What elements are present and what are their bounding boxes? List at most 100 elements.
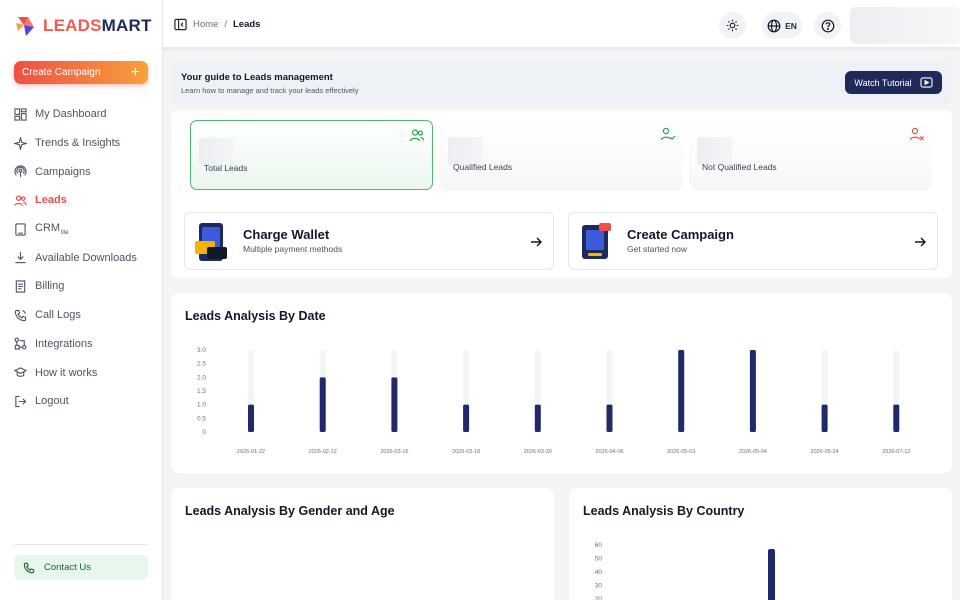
- watch-tutorial-label: Watch Tutorial: [854, 77, 912, 88]
- guide-title: Your guide to Leads management: [181, 72, 333, 83]
- x-tick-label: 2026-05-03: [667, 449, 695, 455]
- receipt-icon: [15, 280, 26, 293]
- sidebar-item-dashboard[interactable]: My Dashboard: [14, 100, 154, 129]
- breadcrumb-separator: /: [224, 19, 227, 30]
- globe-icon: [767, 19, 781, 32]
- campaign-illustration: [582, 223, 611, 259]
- sidebar-item-crm[interactable]: CRMlite: [14, 215, 154, 244]
- dashboard-icon: [14, 108, 27, 121]
- sidebar-item-leads[interactable]: Leads: [14, 186, 154, 215]
- logo-text-part1: LEADS: [43, 16, 102, 35]
- leads-by-date-chart: 0 0.5 1.0 1.5 2.0 2.5 3.0 2026-01-22 2026-02-12 2…: [197, 347, 910, 455]
- x-tick-label: 2026-05-04: [739, 449, 767, 455]
- y-tick-label: 40: [595, 569, 603, 576]
- sidebar-item-billing[interactable]: Billing: [14, 272, 154, 301]
- sparkle-icon: [14, 136, 27, 150]
- sidebar-item-label: Billing: [35, 280, 65, 293]
- stat-label: Not Qualified Leads: [702, 162, 777, 172]
- logo[interactable]: LEADSMART: [14, 14, 152, 38]
- y-tick-label: 50: [595, 556, 603, 563]
- phone-icon: [14, 309, 27, 321]
- sidebar-item-trends[interactable]: Trends & Insights: [14, 129, 154, 158]
- video-icon: [920, 77, 933, 88]
- topbar: Home / Leads EN: [163, 0, 960, 50]
- sidebar-item-integrations[interactable]: Integrations: [14, 330, 154, 359]
- create-campaign-card[interactable]: Create Campaign Get started now: [568, 212, 938, 270]
- leads-by-date-card: Leads Analysis By Date 0 0.5 1.0 1.5 2.0 2.5 3…: [171, 293, 952, 473]
- bar: [678, 350, 685, 432]
- sidebar-item-label: Available Downloads: [35, 251, 137, 264]
- theme-toggle-button[interactable]: [719, 12, 746, 39]
- users-icon: [409, 129, 425, 142]
- bar: [248, 404, 254, 432]
- breadcrumb-home[interactable]: Home: [193, 19, 218, 30]
- leads-by-country-card: Leads Analysis By Country 20 30 40 50 60: [569, 488, 952, 600]
- crm-label: CRM: [35, 222, 61, 234]
- user-profile[interactable]: [850, 7, 960, 44]
- crm-lite-suffix: lite: [61, 230, 69, 237]
- stat-value-placeholder: [448, 137, 483, 165]
- y-tick-label: 20: [595, 596, 603, 600]
- stat-value-placeholder: [199, 138, 234, 166]
- action-title: Charge Wallet: [243, 227, 330, 242]
- y-tick-label: 0.5: [197, 415, 206, 422]
- contact-us-label: Contact Us: [44, 562, 91, 573]
- language-selector[interactable]: EN: [762, 12, 802, 39]
- logo-text: LEADSMART: [43, 16, 152, 36]
- y-tick-label: 1.0: [197, 402, 206, 409]
- bar: [749, 350, 756, 432]
- create-campaign-button[interactable]: Create Campaign +: [14, 61, 148, 84]
- sidebar-item-label: How it works: [35, 366, 98, 379]
- stat-card-not-qualified-leads[interactable]: Not Qualified Leads: [689, 120, 932, 190]
- sidebar: LEADSMART Create Campaign + My Dashboard…: [0, 0, 163, 600]
- bar: [768, 549, 775, 600]
- x-tick-label: 2026-07-12: [882, 449, 910, 455]
- action-title: Create Campaign: [627, 227, 734, 242]
- x-tick-label: 2026-03-18: [452, 449, 480, 455]
- help-icon: [821, 19, 834, 32]
- language-label: EN: [785, 20, 797, 31]
- stat-value-placeholder: [697, 137, 732, 165]
- sidebar-item-label: Trends & Insights: [35, 137, 121, 150]
- breadcrumb: Home / Leads: [174, 18, 260, 31]
- sidebar-item-label: Integrations: [35, 337, 93, 350]
- phone-icon: [23, 562, 35, 573]
- sun-icon: [726, 19, 739, 32]
- sidebar-item-logout[interactable]: Logout: [14, 387, 154, 416]
- x-tick-label: 2026-03-30: [524, 449, 552, 455]
- charge-wallet-card[interactable]: Charge Wallet Multiple payment methods: [184, 212, 554, 270]
- stat-card-total-leads[interactable]: Total Leads: [190, 120, 433, 190]
- leads-by-country-chart: 20 30 40 50 60: [595, 542, 775, 600]
- sidebar-item-campaigns[interactable]: Campaigns: [14, 157, 154, 186]
- y-tick-label: 2.0: [197, 374, 206, 381]
- bar: [463, 404, 470, 432]
- wallet-illustration: [195, 223, 227, 261]
- guide-subtitle: Learn how to manage and track your leads…: [181, 86, 359, 95]
- sidebar-toggle-icon[interactable]: [174, 18, 187, 31]
- sidebar-item-call-logs[interactable]: Call Logs: [14, 301, 154, 330]
- x-tick-label: 2026-03-16: [380, 449, 408, 455]
- help-button[interactable]: [814, 12, 841, 39]
- broadcast-icon: [14, 165, 27, 178]
- y-tick-label: 0: [202, 429, 206, 436]
- bar: [319, 377, 326, 432]
- sidebar-item-how-it-works[interactable]: How it works: [14, 358, 154, 387]
- arrow-right-icon: [531, 237, 542, 247]
- user-x-icon: [909, 127, 924, 141]
- sidebar-item-label: CRMlite: [35, 222, 69, 236]
- bar: [534, 404, 541, 432]
- download-icon: [15, 252, 26, 264]
- x-tick-label: 2026-04-06: [595, 449, 623, 455]
- sidebar-nav: My Dashboard Trends & Insights Campaigns…: [14, 100, 154, 416]
- breadcrumb-current: Leads: [232, 19, 261, 30]
- sidebar-item-downloads[interactable]: Available Downloads: [14, 243, 154, 272]
- user-check-icon: [660, 127, 676, 141]
- bar: [893, 404, 900, 432]
- sidebar-item-label: Campaigns: [35, 165, 91, 178]
- action-subtitle: Get started now: [627, 244, 688, 254]
- contact-us-button[interactable]: Contact Us: [14, 555, 148, 580]
- stat-card-qualified-leads[interactable]: Qualified Leads: [440, 120, 683, 190]
- x-tick-label: 2026-05-24: [811, 449, 839, 455]
- bar: [606, 404, 613, 432]
- watch-tutorial-button[interactable]: Watch Tutorial: [845, 71, 942, 94]
